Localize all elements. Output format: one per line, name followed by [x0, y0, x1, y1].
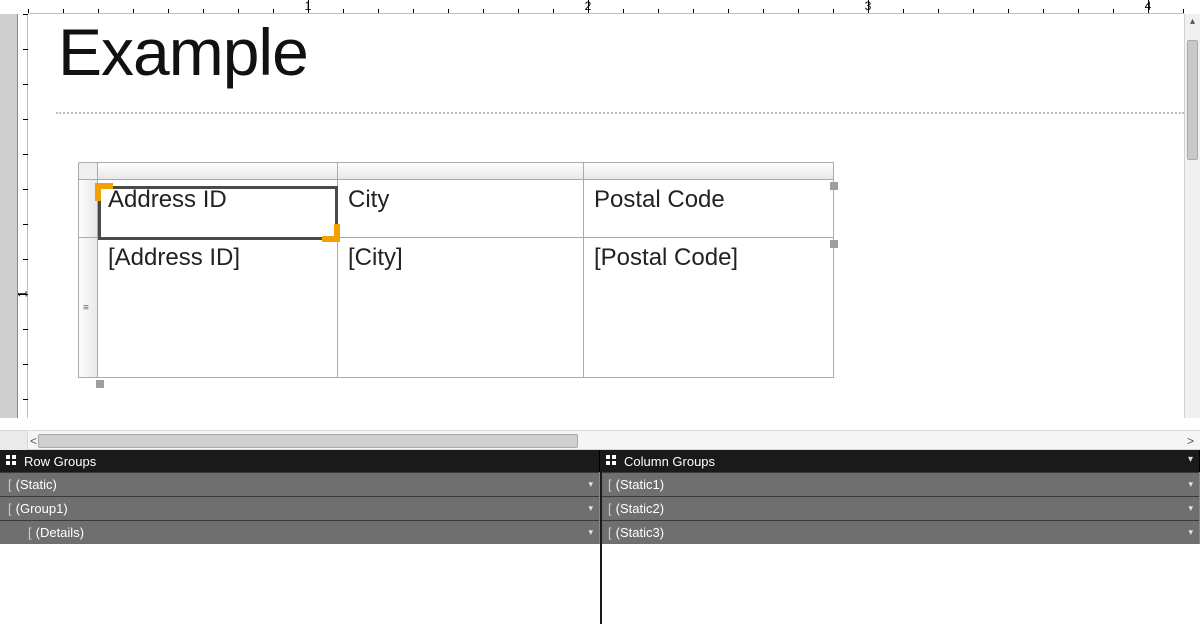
tablix-corner-handle[interactable] [78, 162, 98, 180]
title-underline [56, 112, 1184, 114]
row-group-item[interactable]: [(Details) ▾ [0, 520, 599, 544]
tablix-resize-nub-icon[interactable] [830, 240, 838, 248]
design-canvas[interactable]: Example Address ID City Postal Code ≡ [A… [28, 14, 1184, 418]
scrollbar-gutter [0, 431, 28, 451]
detail-row-marker-icon: ≡ [83, 302, 89, 313]
dropdown-icon[interactable]: ▾ [1188, 479, 1193, 490]
column-handle-3[interactable] [584, 162, 834, 180]
dropdown-icon[interactable]: ▾ [588, 527, 593, 538]
column-groups-icon [606, 455, 618, 467]
row-groups-header[interactable]: Row Groups [0, 450, 600, 472]
column-group-item[interactable]: [(Static3) ▾ [600, 520, 1199, 544]
body-row-gutter[interactable] [0, 14, 18, 418]
column-handle-2[interactable] [338, 162, 584, 180]
row-groups-icon [6, 455, 18, 467]
vertical-scrollbar[interactable]: ▴ [1184, 14, 1200, 418]
header-cell-city[interactable]: City [338, 180, 584, 238]
header-cell-postal-code[interactable]: Postal Code [584, 180, 834, 238]
detail-cell-address-id[interactable]: [Address ID] [98, 238, 338, 378]
dropdown-icon[interactable]: ▾ [1188, 527, 1193, 538]
scroll-left-icon[interactable]: < [30, 434, 37, 448]
row-group-item[interactable]: [(Static) ▾ [0, 472, 599, 496]
row-groups-list: [(Static) ▾ [(Group1) ▾ [(Details) ▾ [0, 472, 600, 544]
horizontal-scrollbar-thumb[interactable] [38, 434, 578, 448]
grouping-pane-menu-icon[interactable]: ▾ [1188, 454, 1193, 465]
vertical-scrollbar-thumb[interactable] [1187, 40, 1198, 160]
tablix-resize-nub-icon[interactable] [96, 380, 104, 388]
dropdown-icon[interactable]: ▾ [588, 503, 593, 514]
row-handle-header[interactable] [78, 180, 98, 238]
horizontal-scrollbar[interactable]: < > [0, 430, 1200, 450]
column-group-item[interactable]: [(Static1) ▾ [600, 472, 1199, 496]
tablix[interactable]: Address ID City Postal Code ≡ [Address I… [78, 162, 858, 378]
row-handle-detail[interactable]: ≡ [78, 238, 98, 378]
vertical-ruler[interactable]: 1 [18, 14, 28, 418]
report-designer-surface: // build ticks inline so file stays comp… [0, 0, 1200, 430]
scroll-right-icon[interactable]: > [1187, 434, 1194, 448]
dropdown-icon[interactable]: ▾ [1188, 503, 1193, 514]
column-groups-list: [(Static1) ▾ [(Static2) ▾ [(Static3) ▾ [600, 472, 1200, 544]
column-handle-1[interactable] [98, 162, 338, 180]
header-cell-address-id[interactable]: Address ID [98, 180, 338, 238]
horizontal-ruler[interactable]: // build ticks inline so file stays comp… [28, 0, 1184, 14]
row-group-item[interactable]: [(Group1) ▾ [0, 496, 599, 520]
column-groups-header[interactable]: Column Groups ▾ [600, 450, 1200, 472]
grouping-pane-divider[interactable] [600, 450, 602, 624]
column-groups-label: Column Groups [624, 454, 715, 469]
detail-cell-postal-code[interactable]: [Postal Code] [584, 238, 834, 378]
tablix-resize-nub-icon[interactable] [830, 182, 838, 190]
column-group-item[interactable]: [(Static2) ▾ [600, 496, 1199, 520]
dropdown-icon[interactable]: ▾ [588, 479, 593, 490]
detail-cell-city[interactable]: [City] [338, 238, 584, 378]
row-groups-label: Row Groups [24, 454, 96, 469]
report-title-textbox[interactable]: Example [58, 14, 308, 90]
scroll-up-icon[interactable]: ▴ [1187, 16, 1198, 30]
